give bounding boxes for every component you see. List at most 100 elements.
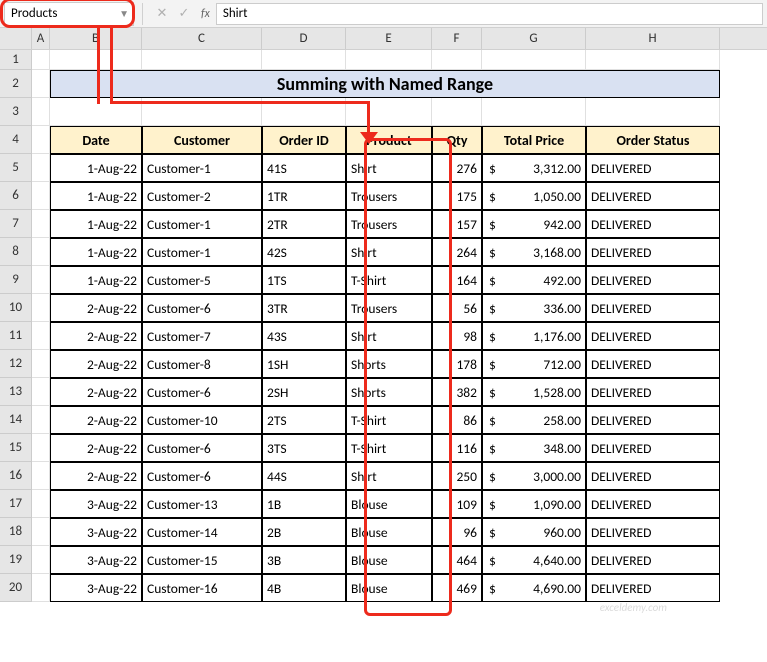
cell[interactable] xyxy=(32,378,50,406)
data-cell[interactable]: 43S xyxy=(262,322,346,350)
data-cell[interactable]: DELIVERED xyxy=(586,406,720,434)
data-cell[interactable]: 2-Aug-22 xyxy=(50,406,142,434)
data-cell[interactable]: 2-Aug-22 xyxy=(50,378,142,406)
data-cell[interactable]: 464 xyxy=(432,546,482,574)
data-cell[interactable]: 3B xyxy=(262,546,346,574)
data-cell[interactable]: 3-Aug-22 xyxy=(50,546,142,574)
data-cell[interactable]: Blouse xyxy=(346,518,432,546)
data-cell[interactable]: DELIVERED xyxy=(586,378,720,406)
col-header[interactable]: G xyxy=(482,28,586,49)
row-header[interactable]: 10 xyxy=(0,294,32,322)
data-cell[interactable]: 3-Aug-22 xyxy=(50,490,142,518)
data-cell[interactable]: 2B xyxy=(262,518,346,546)
data-cell[interactable]: DELIVERED xyxy=(586,154,720,182)
data-cell[interactable]: DELIVERED xyxy=(586,490,720,518)
data-cell[interactable]: 109 xyxy=(432,490,482,518)
row-header[interactable]: 2 xyxy=(0,70,32,98)
data-cell[interactable]: Customer-14 xyxy=(142,518,262,546)
data-cell[interactable]: 1-Aug-22 xyxy=(50,266,142,294)
row-header[interactable]: 1 xyxy=(0,50,32,70)
data-cell[interactable]: 1TS xyxy=(262,266,346,294)
cell[interactable] xyxy=(346,50,432,70)
data-cell[interactable]: Customer-7 xyxy=(142,322,262,350)
cell[interactable] xyxy=(32,154,50,182)
cancel-icon[interactable]: ✕ xyxy=(151,6,173,21)
data-cell[interactable]: DELIVERED xyxy=(586,350,720,378)
data-cell[interactable]: 116 xyxy=(432,434,482,462)
data-cell[interactable]: DELIVERED xyxy=(586,266,720,294)
select-all-corner[interactable] xyxy=(0,28,32,49)
data-cell[interactable]: $3,168.00 xyxy=(482,238,586,266)
data-cell[interactable]: Customer-13 xyxy=(142,490,262,518)
row-header[interactable]: 19 xyxy=(0,546,32,574)
cell[interactable] xyxy=(32,518,50,546)
row-header[interactable]: 3 xyxy=(0,98,32,126)
row-header[interactable]: 9 xyxy=(0,266,32,294)
data-cell[interactable]: Blouse xyxy=(346,490,432,518)
data-cell[interactable]: T-Shirt xyxy=(346,406,432,434)
row-header[interactable]: 6 xyxy=(0,182,32,210)
data-cell[interactable]: Customer-1 xyxy=(142,154,262,182)
data-cell[interactable]: 3-Aug-22 xyxy=(50,574,142,602)
header-cell[interactable]: Qty xyxy=(432,126,482,154)
cell[interactable] xyxy=(32,322,50,350)
data-cell[interactable]: 1SH xyxy=(262,350,346,378)
data-cell[interactable]: 164 xyxy=(432,266,482,294)
col-header[interactable]: D xyxy=(262,28,346,49)
col-header[interactable]: B xyxy=(50,28,142,49)
data-cell[interactable]: Trousers xyxy=(346,294,432,322)
row-header[interactable]: 20 xyxy=(0,574,32,602)
data-cell[interactable]: $258.00 xyxy=(482,406,586,434)
data-cell[interactable]: 1B xyxy=(262,490,346,518)
cell[interactable] xyxy=(50,50,142,70)
cell[interactable] xyxy=(32,434,50,462)
data-cell[interactable]: 2-Aug-22 xyxy=(50,294,142,322)
data-cell[interactable]: 1-Aug-22 xyxy=(50,154,142,182)
header-cell[interactable]: Date xyxy=(50,126,142,154)
col-header[interactable]: C xyxy=(142,28,262,49)
row-header[interactable]: 13 xyxy=(0,378,32,406)
cell[interactable] xyxy=(32,406,50,434)
data-cell[interactable]: 3TR xyxy=(262,294,346,322)
data-cell[interactable]: 250 xyxy=(432,462,482,490)
cell[interactable] xyxy=(142,98,262,126)
data-cell[interactable]: Shorts xyxy=(346,378,432,406)
data-cell[interactable]: Customer-2 xyxy=(142,182,262,210)
header-cell[interactable]: Product xyxy=(346,126,432,154)
cell[interactable] xyxy=(32,182,50,210)
data-cell[interactable]: T-Shirt xyxy=(346,266,432,294)
cell[interactable] xyxy=(32,126,50,154)
data-cell[interactable]: 98 xyxy=(432,322,482,350)
data-cell[interactable]: 264 xyxy=(432,238,482,266)
data-cell[interactable]: 178 xyxy=(432,350,482,378)
data-cell[interactable]: 2-Aug-22 xyxy=(50,322,142,350)
cell[interactable] xyxy=(32,350,50,378)
data-cell[interactable]: 157 xyxy=(432,210,482,238)
data-cell[interactable]: Trousers xyxy=(346,210,432,238)
data-cell[interactable]: Customer-8 xyxy=(142,350,262,378)
title-cell[interactable]: Summing with Named Range xyxy=(50,70,720,98)
col-header[interactable]: A xyxy=(32,28,50,49)
data-cell[interactable]: 1-Aug-22 xyxy=(50,238,142,266)
data-cell[interactable]: Customer-10 xyxy=(142,406,262,434)
row-header[interactable]: 8 xyxy=(0,238,32,266)
data-cell[interactable]: Customer-16 xyxy=(142,574,262,602)
data-cell[interactable]: 382 xyxy=(432,378,482,406)
data-cell[interactable]: $348.00 xyxy=(482,434,586,462)
cell[interactable] xyxy=(32,574,50,602)
data-cell[interactable]: 3-Aug-22 xyxy=(50,518,142,546)
header-cell[interactable]: Order ID xyxy=(262,126,346,154)
cell[interactable] xyxy=(346,98,432,126)
cell[interactable] xyxy=(432,98,482,126)
cell[interactable] xyxy=(32,294,50,322)
header-cell[interactable]: Customer xyxy=(142,126,262,154)
data-cell[interactable]: 2TR xyxy=(262,210,346,238)
cell[interactable] xyxy=(142,50,262,70)
row-header[interactable]: 15 xyxy=(0,434,32,462)
data-cell[interactable]: 42S xyxy=(262,238,346,266)
chevron-down-icon[interactable]: ▼ xyxy=(119,7,129,20)
data-cell[interactable]: Shorts xyxy=(346,350,432,378)
data-cell[interactable]: 2-Aug-22 xyxy=(50,462,142,490)
row-header[interactable]: 18 xyxy=(0,518,32,546)
data-cell[interactable]: Customer-6 xyxy=(142,378,262,406)
